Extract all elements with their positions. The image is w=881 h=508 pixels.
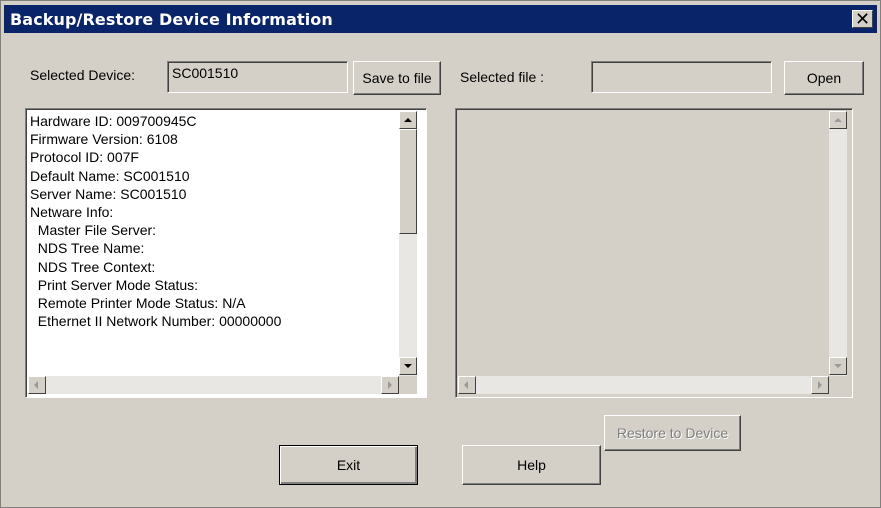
device-info-hscrollbar[interactable] xyxy=(28,376,399,394)
restore-to-device-button[interactable]: Restore to Device xyxy=(604,415,741,451)
selected-device-field: SC001510 xyxy=(167,61,348,93)
device-info-line: Remote Printer Mode Status: N/A xyxy=(30,295,246,312)
scroll-corner xyxy=(399,376,417,394)
file-info-textbox[interactable] xyxy=(455,108,853,398)
close-icon: ✕ xyxy=(854,9,871,30)
device-info-line: NDS Tree Context: xyxy=(30,258,156,275)
backup-restore-dialog: Backup/Restore Device Information ✕ Sele… xyxy=(0,0,881,508)
scroll-down-button[interactable] xyxy=(829,357,847,375)
selected-file-label: Selected file : xyxy=(460,69,545,85)
selected-device-value: SC001510 xyxy=(172,65,239,81)
scroll-up-button[interactable] xyxy=(399,111,417,129)
device-info-line: Default Name: SC001510 xyxy=(30,167,190,184)
arrow-right-icon xyxy=(818,381,822,389)
selected-device-label: Selected Device: xyxy=(30,67,136,83)
device-info-line: Netware Info: xyxy=(30,204,114,221)
save-to-file-button[interactable]: Save to file xyxy=(353,61,441,95)
arrow-left-icon xyxy=(34,381,38,389)
file-info-hscrollbar[interactable] xyxy=(458,376,829,394)
scroll-right-button[interactable] xyxy=(811,376,829,394)
arrow-up-icon xyxy=(404,118,412,122)
scroll-thumb[interactable] xyxy=(399,129,417,234)
device-info-line: Master File Server: xyxy=(30,222,157,239)
exit-button[interactable]: Exit xyxy=(279,445,418,485)
close-button[interactable]: ✕ xyxy=(852,9,873,30)
scroll-left-button[interactable] xyxy=(458,376,476,394)
arrow-down-icon xyxy=(404,364,412,368)
device-info-textbox[interactable]: Hardware ID: 009700945C Firmware Version:… xyxy=(25,108,427,398)
scroll-corner xyxy=(829,376,847,394)
arrow-right-icon xyxy=(388,381,392,389)
open-button[interactable]: Open xyxy=(784,61,864,95)
arrow-up-icon xyxy=(834,118,842,122)
scroll-right-button[interactable] xyxy=(381,376,399,394)
help-button[interactable]: Help xyxy=(462,445,601,485)
device-info-line: NDS Tree Name: xyxy=(30,240,145,257)
arrow-down-icon xyxy=(834,364,842,368)
file-info-vscrollbar[interactable] xyxy=(829,111,847,376)
scroll-left-button[interactable] xyxy=(28,376,46,394)
selected-file-field xyxy=(591,61,772,93)
device-info-line: Print Server Mode Status: xyxy=(30,276,199,293)
scroll-up-button[interactable] xyxy=(829,111,847,129)
device-info-text: Hardware ID: 009700945C Firmware Version:… xyxy=(30,112,281,330)
device-info-line: Ethernet II Network Number: 00000000 xyxy=(30,313,282,330)
device-info-line: Firmware Version: 6108 xyxy=(30,131,178,148)
device-info-vscrollbar[interactable] xyxy=(399,111,417,376)
device-info-line: Protocol ID: 007F xyxy=(30,149,139,166)
arrow-left-icon xyxy=(464,381,468,389)
title-bar: Backup/Restore Device Information ✕ xyxy=(4,5,877,33)
scroll-down-button[interactable] xyxy=(399,357,417,375)
device-info-line: Hardware ID: 009700945C xyxy=(30,113,197,129)
device-info-line: Server Name: SC001510 xyxy=(30,185,187,202)
window-title: Backup/Restore Device Information xyxy=(10,10,333,29)
